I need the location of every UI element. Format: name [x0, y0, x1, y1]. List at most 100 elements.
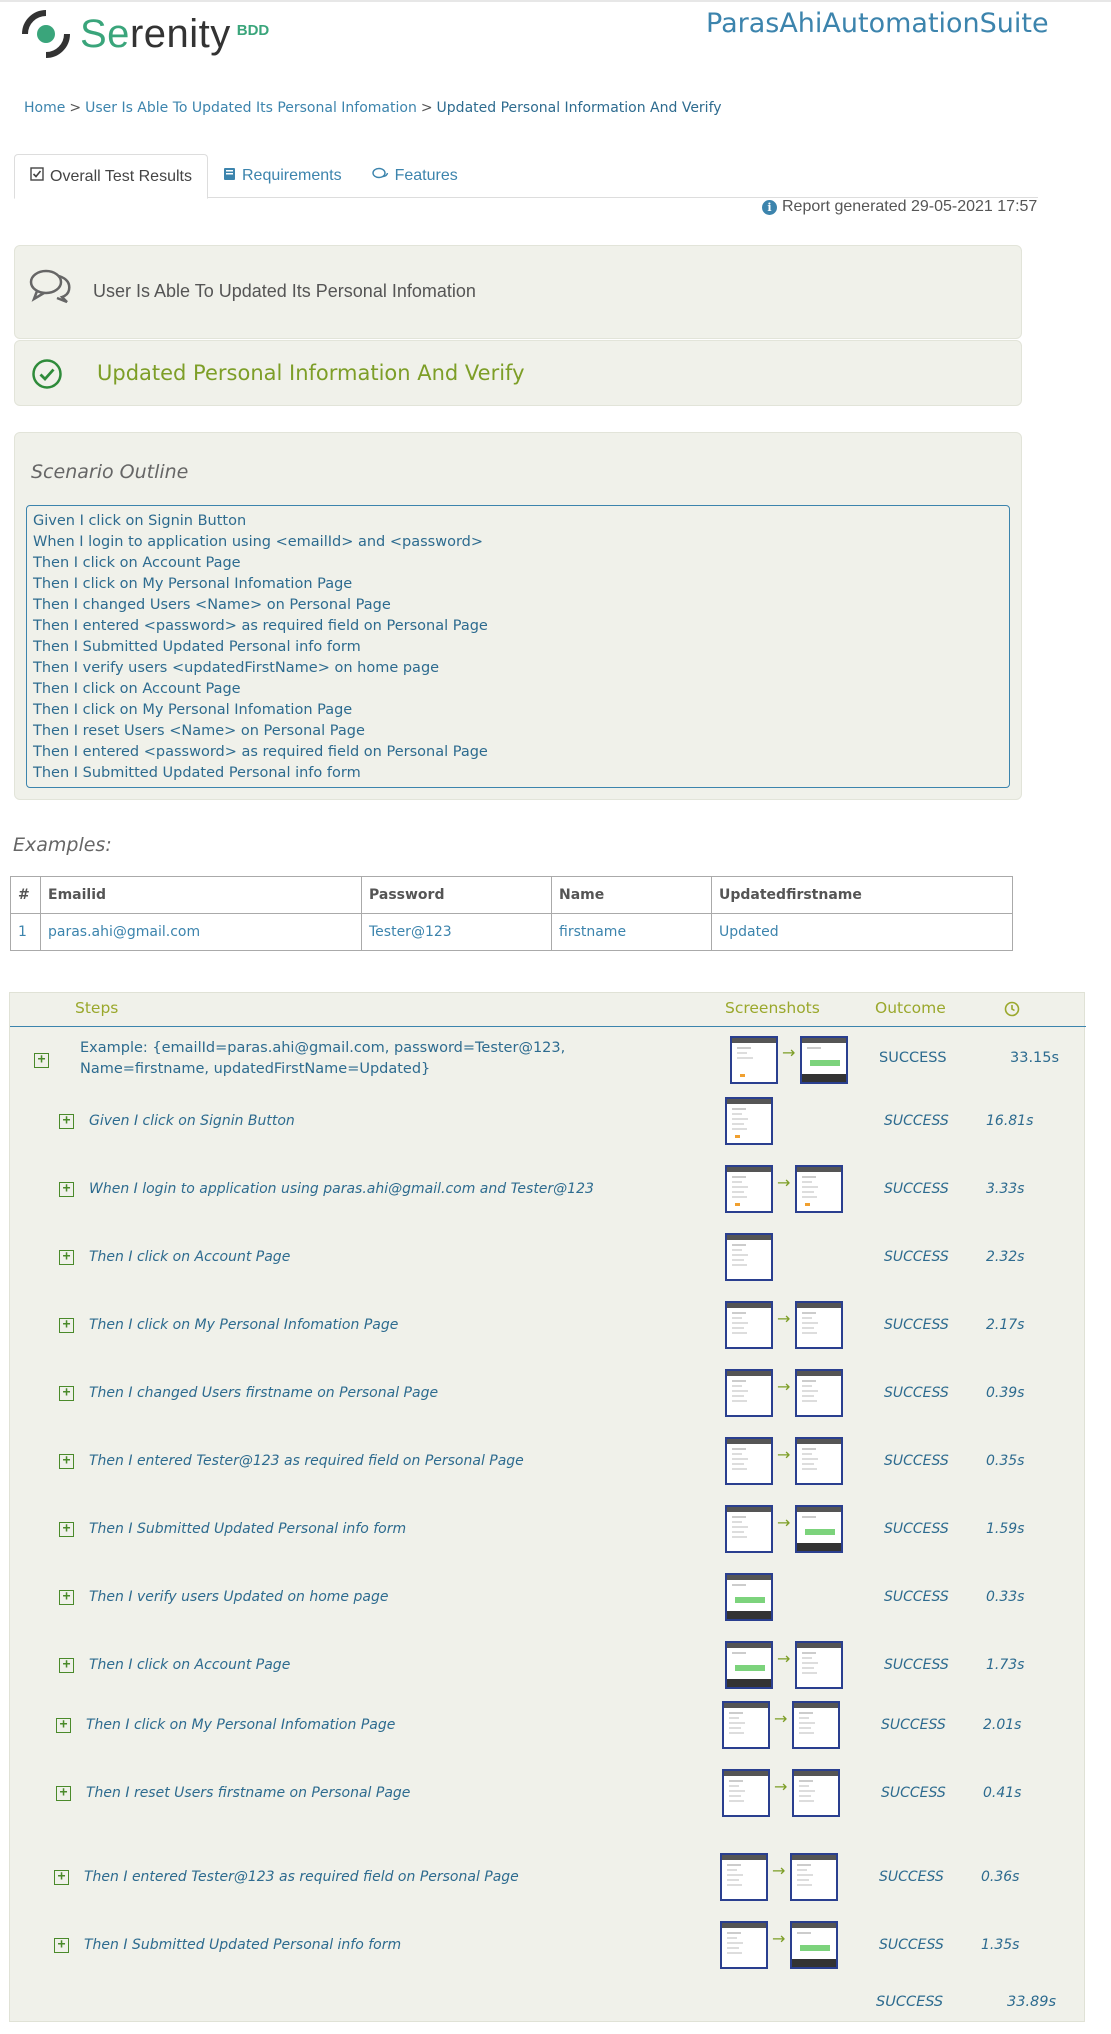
screenshot-thumbnail[interactable]	[730, 1036, 778, 1084]
outcome: SUCCESS	[884, 1453, 949, 1469]
example-row[interactable]: + Example: {emailId=paras.ahi@gmail.com,…	[10, 1031, 1086, 1091]
outcome: SUCCESS	[881, 1717, 946, 1733]
screenshot-thumbnail[interactable]	[725, 1097, 773, 1145]
breadcrumb-home[interactable]: Home	[24, 100, 65, 116]
outcome: SUCCESS	[879, 1937, 944, 1953]
step-row[interactable]: + Then I reset Users firstname on Persona…	[10, 1764, 1086, 1824]
screenshot-thumbnail[interactable]	[725, 1437, 773, 1485]
outline-line: Then I click on Account Page	[33, 681, 241, 697]
serenity-logo-icon	[21, 9, 71, 59]
arrow-icon: →	[777, 1377, 791, 1396]
examples-header: Updatedfirstname	[711, 876, 1013, 914]
expand-icon[interactable]: +	[56, 1786, 71, 1801]
expand-icon[interactable]: +	[34, 1053, 49, 1068]
duration: 2.01s	[983, 1717, 1022, 1733]
expand-icon[interactable]: +	[59, 1318, 74, 1333]
expand-icon[interactable]: +	[56, 1718, 71, 1733]
step-description: Then I click on Account Page	[89, 1249, 291, 1265]
step-row[interactable]: + Then I changed Users firstname on Perso…	[10, 1364, 1086, 1424]
example-description: Example: {emailId=paras.ahi@gmail.com, p…	[80, 1038, 565, 1080]
screenshot-thumbnail[interactable]	[792, 1701, 840, 1749]
screenshot-thumbnail[interactable]	[722, 1769, 770, 1817]
expand-icon[interactable]: +	[59, 1114, 74, 1129]
screenshot-thumbnail[interactable]	[795, 1505, 843, 1553]
duration: 0.41s	[983, 1785, 1022, 1801]
expand-icon[interactable]: +	[59, 1590, 74, 1605]
screenshot-thumbnail[interactable]	[720, 1921, 768, 1969]
screenshot-thumbnail[interactable]	[792, 1769, 840, 1817]
outline-line: Then I click on Account Page	[33, 555, 241, 571]
duration: 2.17s	[986, 1317, 1025, 1333]
duration: 1.59s	[986, 1521, 1025, 1537]
success-check-icon	[32, 359, 62, 389]
outcome: SUCCESS	[884, 1521, 949, 1537]
expand-icon[interactable]: +	[59, 1454, 74, 1469]
step-row[interactable]: + Then I click on Account Page SUCCESS 2.32…	[10, 1228, 1086, 1288]
screenshot-thumbnail[interactable]	[795, 1165, 843, 1213]
serenity-logo[interactable]: Serenity BDD	[20, 8, 269, 60]
screenshot-thumbnail[interactable]	[795, 1301, 843, 1349]
duration: 33.15s	[1010, 1050, 1060, 1066]
step-row[interactable]: + Then I click on Account Page → SUCCESS 1.7…	[10, 1636, 1086, 1696]
total-row: SUCCESS 33.89s	[10, 1988, 1086, 2018]
step-row[interactable]: + Then I entered Tester@123 as required f…	[10, 1848, 1086, 1908]
screenshot-thumbnail[interactable]	[795, 1641, 843, 1689]
arrow-icon: →	[772, 1929, 786, 1948]
step-row[interactable]: + Then I click on My Personal Infomation …	[10, 1696, 1086, 1756]
screenshot-thumbnail[interactable]	[725, 1165, 773, 1213]
examples-header: Name	[551, 876, 712, 914]
duration: 0.35s	[986, 1453, 1025, 1469]
example-line-1: Example: {emailId=paras.ahi@gmail.com, p…	[80, 1040, 566, 1056]
breadcrumb: Home > User Is Able To Updated Its Persona…	[24, 100, 722, 116]
screenshot-thumbnail[interactable]	[790, 1921, 838, 1969]
screenshot-thumbnail[interactable]	[725, 1641, 773, 1689]
outline-line: Then I click on My Personal Infomation P…	[33, 576, 353, 592]
arrow-icon: →	[774, 1709, 788, 1728]
step-row[interactable]: + Then I Submitted Updated Personal info …	[10, 1916, 1086, 1976]
screenshot-thumbnail[interactable]	[795, 1369, 843, 1417]
arrow-icon: →	[777, 1309, 791, 1328]
outline-line: Then I verify users <updatedFirstName> o…	[33, 660, 440, 676]
step-row[interactable]: + Then I Submitted Updated Personal info …	[10, 1500, 1086, 1560]
screenshot-thumbnail[interactable]	[720, 1853, 768, 1901]
expand-icon[interactable]: +	[54, 1938, 69, 1953]
step-description: Given I click on Signin Button	[89, 1113, 295, 1129]
requirement-panel: User Is Able To Updated Its Personal Inf…	[14, 245, 1022, 339]
step-row[interactable]: + Then I click on My Personal Infomation …	[10, 1296, 1086, 1356]
scenario-title: Updated Personal Information And Verify	[97, 361, 525, 385]
tab-overall-test-results[interactable]: Overall Test Results	[14, 154, 208, 199]
tab-requirements[interactable]: Requirements	[208, 154, 357, 198]
screenshot-thumbnail[interactable]	[800, 1036, 848, 1084]
breadcrumb-requirement[interactable]: User Is Able To Updated Its Personal Inf…	[85, 100, 417, 116]
step-description: Then I click on Account Page	[89, 1657, 291, 1673]
screenshot-thumbnail[interactable]	[795, 1437, 843, 1485]
screenshot-thumbnail[interactable]	[725, 1505, 773, 1553]
step-description: Then I entered Tester@123 as required fi…	[84, 1869, 519, 1885]
step-row[interactable]: + Given I click on Signin Button SUCCESS 16…	[10, 1092, 1086, 1152]
step-description: Then I verify users Updated on home page	[89, 1589, 389, 1605]
duration: 16.81s	[986, 1113, 1034, 1129]
scenario-outline-heading: Scenario Outline	[31, 461, 189, 483]
outline-line: Then I entered <password> as required fi…	[33, 618, 488, 634]
step-description: Then I click on My Personal Infomation P…	[89, 1317, 399, 1333]
expand-icon[interactable]: +	[59, 1658, 74, 1673]
expand-icon[interactable]: +	[59, 1250, 74, 1265]
screenshot-thumbnail[interactable]	[790, 1853, 838, 1901]
expand-icon[interactable]: +	[54, 1870, 69, 1885]
step-row[interactable]: + Then I entered Tester@123 as required f…	[10, 1432, 1086, 1492]
step-row[interactable]: + When I login to application using paras…	[10, 1160, 1086, 1220]
expand-icon[interactable]: +	[59, 1182, 74, 1197]
screenshot-thumbnail[interactable]	[722, 1701, 770, 1749]
screenshot-thumbnail[interactable]	[725, 1233, 773, 1281]
expand-icon[interactable]: +	[59, 1386, 74, 1401]
step-row[interactable]: + Then I verify users Updated on home pag…	[10, 1568, 1086, 1628]
duration: 0.39s	[986, 1385, 1025, 1401]
screenshot-thumbnail[interactable]	[725, 1573, 773, 1621]
arrow-icon: →	[777, 1649, 791, 1668]
screenshot-thumbnail[interactable]	[725, 1301, 773, 1349]
outcome-column-header: Outcome	[875, 999, 946, 1017]
tab-features[interactable]: Features	[357, 154, 473, 198]
duration: 0.36s	[981, 1869, 1020, 1885]
screenshot-thumbnail[interactable]	[725, 1369, 773, 1417]
expand-icon[interactable]: +	[59, 1522, 74, 1537]
